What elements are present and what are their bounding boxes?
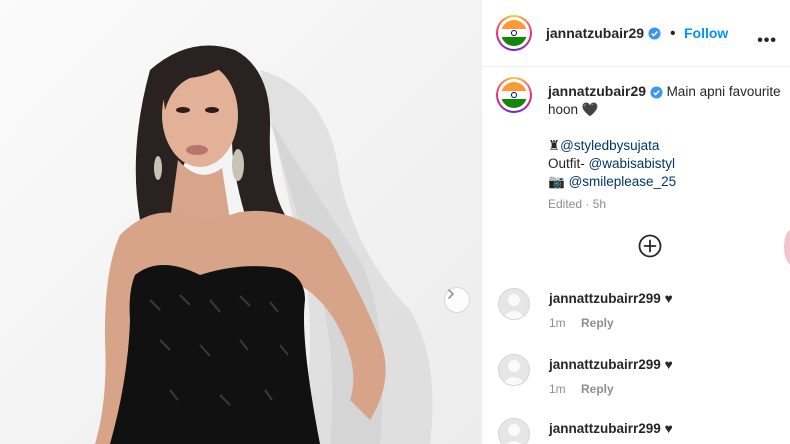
post-header: jannatzubair29 • Follow •••	[482, 0, 790, 67]
camera-icon: 📷	[548, 174, 565, 189]
caption-outfit-line: Outfit- @wabisabistyl	[548, 155, 784, 173]
heart-emoji: ♥	[664, 291, 673, 306]
separator-dot: •	[669, 25, 676, 42]
plus-circle-icon	[638, 234, 662, 258]
caption-username[interactable]: jannatzubair29	[548, 83, 646, 99]
comment-time: 1m	[549, 316, 566, 330]
comment-item: jannattzubairr299 ♥ 1m Reply	[498, 354, 788, 402]
comment-meta: 1m Reply	[549, 316, 614, 330]
comment-meta: 1m Reply	[549, 382, 614, 396]
header-user-row: jannatzubair29 • Follow	[546, 25, 728, 43]
mention-stylist[interactable]: @styledbysujata	[560, 138, 659, 153]
load-more-comments-button[interactable]	[638, 234, 662, 263]
verified-badge-icon	[650, 86, 663, 99]
caption-text-line1: Main apni favourite	[666, 84, 781, 99]
default-avatar-icon[interactable]	[498, 418, 530, 444]
comment-time: 1m	[549, 382, 566, 396]
reply-button[interactable]: Reply	[581, 316, 614, 330]
india-flag-icon	[501, 20, 527, 46]
reply-button[interactable]: Reply	[581, 382, 614, 396]
post-caption: jannatzubair29 Main apni favourite hoon …	[548, 82, 784, 213]
comment-username[interactable]: jannattzubairr299 ♥	[549, 357, 673, 372]
caption-avatar[interactable]	[496, 77, 532, 113]
heart-emoji: ♥	[664, 421, 673, 436]
author-avatar[interactable]	[496, 15, 532, 51]
outfit-label: Outfit-	[548, 156, 589, 171]
follow-button[interactable]: Follow	[684, 25, 728, 41]
caption-stylist-line: ♜@styledbysujata	[548, 137, 784, 155]
verified-badge-icon	[648, 27, 662, 40]
default-avatar-icon[interactable]	[498, 354, 530, 386]
comment-item: jannattzubairr299 ♥ 1m Reply	[498, 288, 788, 336]
author-username[interactable]: jannatzubair29	[546, 25, 644, 41]
comment-username[interactable]: jannattzubairr299 ♥	[549, 291, 673, 306]
chevron-right-icon	[448, 289, 454, 299]
mention-photographer[interactable]: @smileplease_25	[569, 174, 677, 189]
heart-emoji: ♥	[664, 357, 673, 372]
next-photo-button[interactable]	[444, 287, 470, 313]
photo-illustration	[95, 45, 433, 444]
india-flag-icon	[501, 82, 527, 108]
default-avatar-icon[interactable]	[498, 288, 530, 320]
caption-text-line2: hoon 🖤	[548, 102, 599, 117]
edited-timestamp: Edited · 5h	[548, 197, 607, 211]
floating-pink-element	[784, 230, 790, 264]
mention-outfit[interactable]: @wabisabistyl	[589, 156, 675, 171]
comment-username[interactable]: jannattzubairr299 ♥	[549, 421, 673, 436]
chess-rook-icon: ♜	[548, 138, 561, 153]
more-options-icon[interactable]: •••	[757, 32, 777, 50]
post-side-panel: jannatzubair29 • Follow ••• jannatzubair…	[481, 0, 790, 444]
post-photo[interactable]	[0, 0, 481, 444]
comment-item: jannattzubairr299 ♥	[498, 418, 788, 444]
caption-photo-line: 📷 @smileplease_25	[548, 173, 784, 191]
